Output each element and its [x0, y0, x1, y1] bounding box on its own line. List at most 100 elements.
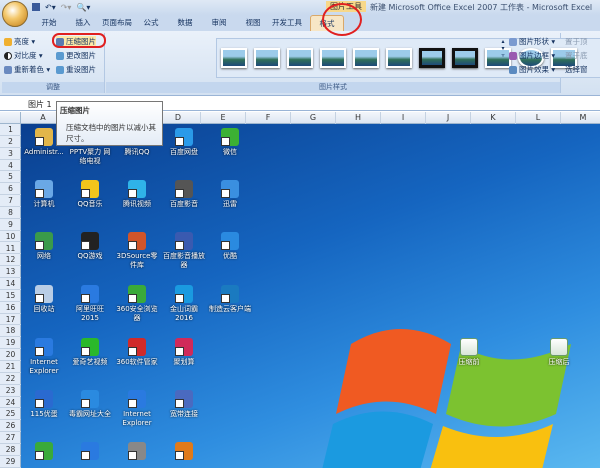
picture-style-thumbnail[interactable]	[419, 48, 445, 68]
picture-style-thumbnail[interactable]	[386, 48, 412, 68]
desktop-icon[interactable]: 3DSource零件库	[114, 232, 160, 270]
tab-4[interactable]: 数据	[168, 15, 202, 31]
column-header[interactable]: L	[516, 112, 561, 124]
picture-shape-button[interactable]: 图片形状 ▾	[509, 36, 555, 47]
picture-style-thumbnail[interactable]	[254, 48, 280, 68]
tab-7[interactable]: 开发工具	[270, 15, 304, 31]
row-header[interactable]: 5	[0, 171, 21, 184]
row-header[interactable]: 4	[0, 160, 21, 172]
gallery-scroll[interactable]: ▴ ▾ ▿	[499, 38, 507, 59]
row-header[interactable]: 29	[0, 456, 21, 468]
row-header[interactable]: 12	[0, 254, 21, 267]
desktop-icon[interactable]: QQ音乐	[67, 180, 113, 209]
desktop-icon[interactable]: 金山词霸 2016	[161, 285, 207, 323]
desktop-screenshot-picture[interactable]: Administr... PPTV聚力 网络电视 腾讯QQ 百度网盘 微信 计算机 QQ音乐…	[21, 124, 600, 468]
desktop-icon[interactable]: Internet Explorer	[114, 390, 160, 428]
desktop-icon[interactable]: 百度影音播放器	[161, 232, 207, 270]
desktop-icon[interactable]: 迅雷	[207, 180, 253, 209]
column-header[interactable]: G	[291, 112, 336, 124]
desktop-icon[interactable]: 115优蛋	[21, 390, 67, 419]
save-icon[interactable]	[32, 3, 40, 11]
desktop-icon[interactable]	[161, 442, 207, 462]
row-header[interactable]: 8	[0, 207, 21, 219]
row-header[interactable]: 6	[0, 183, 21, 196]
recolor-button[interactable]: 重新着色 ▾	[4, 64, 50, 75]
desktop-icon[interactable]: 宽带连接	[161, 390, 207, 419]
tab-6[interactable]: 视图	[236, 15, 270, 31]
desktop-icon[interactable]: 360软件管家	[114, 338, 160, 367]
desktop-icon[interactable]: 计算机	[21, 180, 67, 209]
picture-border-button[interactable]: 图片边框 ▾	[509, 50, 555, 61]
undo-icon[interactable]: ↶▾	[45, 3, 56, 12]
selection-pane-button[interactable]: 选择窗	[565, 64, 588, 75]
row-header[interactable]: 21	[0, 361, 21, 373]
desktop-icon[interactable]: 百度网盘	[161, 128, 207, 157]
excel-file-icon[interactable]: 压缩前	[446, 338, 492, 367]
desktop-icon[interactable]: 聚划算	[161, 338, 207, 367]
row-header[interactable]: 1	[0, 124, 21, 136]
tab-5[interactable]: 审阅	[202, 15, 236, 31]
row-header[interactable]: 26	[0, 420, 21, 433]
tab-2[interactable]: 页面布局	[100, 15, 134, 31]
desktop-icon[interactable]	[67, 442, 113, 462]
desktop-icon[interactable]	[114, 442, 160, 462]
column-header[interactable]: E	[201, 112, 246, 124]
desktop-icon[interactable]: 百度影音	[161, 180, 207, 209]
row-header[interactable]: 25	[0, 408, 21, 421]
row-header[interactable]: 14	[0, 278, 21, 290]
select-all[interactable]	[0, 112, 21, 124]
desktop-icon[interactable]: 制造云客户端	[207, 285, 253, 314]
picture-effects-button[interactable]: 图片效果 ▾	[509, 64, 555, 75]
column-header[interactable]: H	[336, 112, 381, 124]
desktop-icon[interactable]: 回收站	[21, 285, 67, 314]
desktop-icon[interactable]: 微信	[207, 128, 253, 157]
tab-3[interactable]: 公式	[134, 15, 168, 31]
row-header[interactable]: 24	[0, 397, 21, 409]
row-header[interactable]: 17	[0, 314, 21, 326]
row-header[interactable]: 11	[0, 243, 21, 255]
column-header[interactable]: I	[381, 112, 426, 124]
row-header[interactable]: 3	[0, 148, 21, 160]
row-header[interactable]: 10	[0, 231, 21, 243]
desktop-icon[interactable]	[21, 442, 67, 462]
row-header[interactable]: 20	[0, 349, 21, 361]
row-header[interactable]: 15	[0, 290, 21, 302]
desktop-icon[interactable]: 网络	[21, 232, 67, 261]
row-header[interactable]: 23	[0, 385, 21, 397]
picture-style-thumbnail[interactable]	[485, 48, 511, 68]
brightness-button[interactable]: 亮度 ▾	[4, 36, 35, 47]
row-header[interactable]: 18	[0, 325, 21, 338]
desktop-icon[interactable]: 360安全浏览器	[114, 285, 160, 323]
picture-style-thumbnail[interactable]	[353, 48, 379, 68]
desktop-icon[interactable]: 爱奇艺视频	[67, 338, 113, 367]
picture-style-thumbnail[interactable]	[320, 48, 346, 68]
picture-style-thumbnail[interactable]	[452, 48, 478, 68]
desktop-icon[interactable]: 毒霸网址大全	[67, 390, 113, 419]
name-box[interactable]: 图片 1	[28, 99, 52, 110]
row-header[interactable]: 16	[0, 302, 21, 314]
column-header[interactable]: J	[426, 112, 471, 124]
office-button[interactable]	[2, 1, 28, 27]
print-preview-icon[interactable]: 🔍▾	[76, 3, 90, 12]
row-header[interactable]: 19	[0, 337, 21, 350]
row-header[interactable]: 27	[0, 432, 21, 444]
desktop-icon[interactable]: QQ游戏	[67, 232, 113, 261]
bring-to-front-button[interactable]: 置于顶	[565, 36, 588, 47]
row-header[interactable]: 7	[0, 195, 21, 207]
column-header[interactable]: K	[471, 112, 516, 124]
column-header[interactable]: M	[561, 112, 600, 124]
desktop-icon[interactable]: Internet Explorer	[21, 338, 67, 376]
send-to-back-button[interactable]: 置于底	[565, 50, 588, 61]
row-header[interactable]: 28	[0, 444, 21, 456]
desktop-icon[interactable]: 腾讯视频	[114, 180, 160, 209]
picture-style-thumbnail[interactable]	[287, 48, 313, 68]
desktop-icon[interactable]: 优酷	[207, 232, 253, 261]
tab-1[interactable]: 插入	[66, 15, 100, 31]
row-header[interactable]: 2	[0, 136, 21, 148]
redo-icon[interactable]: ↷▾	[61, 3, 72, 12]
reset-picture-button[interactable]: 重设图片	[56, 64, 96, 75]
tab-0[interactable]: 开始	[32, 15, 66, 31]
desktop-icon[interactable]: 阿里旺旺 2015	[67, 285, 113, 323]
row-header[interactable]: 9	[0, 219, 21, 231]
row-header[interactable]: 13	[0, 266, 21, 279]
